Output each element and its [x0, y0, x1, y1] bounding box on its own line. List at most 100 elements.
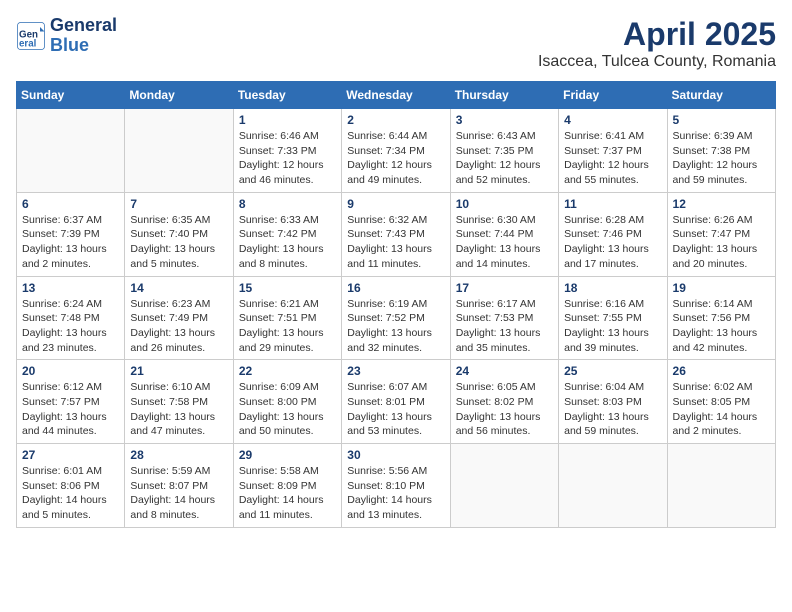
logo-line2: Blue	[50, 36, 117, 56]
calendar-cell: 6 Sunrise: 6:37 AM Sunset: 7:39 PM Daylig…	[17, 192, 125, 276]
day-number: 21	[130, 364, 227, 378]
day-number: 13	[22, 281, 119, 295]
calendar-cell: 24 Sunrise: 6:05 AM Sunset: 8:02 PM Dayli…	[450, 360, 558, 444]
day-number: 30	[347, 448, 444, 462]
day-number: 3	[456, 113, 553, 127]
day-number: 10	[456, 197, 553, 211]
day-number: 9	[347, 197, 444, 211]
day-info: Sunrise: 6:32 AM Sunset: 7:43 PM Dayligh…	[347, 213, 444, 272]
weekday-header-monday: Monday	[125, 82, 233, 109]
logo-icon: Gen eral	[16, 21, 46, 51]
day-info: Sunrise: 6:39 AM Sunset: 7:38 PM Dayligh…	[673, 129, 770, 188]
calendar-cell: 19 Sunrise: 6:14 AM Sunset: 7:56 PM Dayli…	[667, 276, 775, 360]
weekday-header-sunday: Sunday	[17, 82, 125, 109]
weekday-header-thursday: Thursday	[450, 82, 558, 109]
calendar-cell: 18 Sunrise: 6:16 AM Sunset: 7:55 PM Dayli…	[559, 276, 667, 360]
calendar-cell: 26 Sunrise: 6:02 AM Sunset: 8:05 PM Dayli…	[667, 360, 775, 444]
calendar-cell: 5 Sunrise: 6:39 AM Sunset: 7:38 PM Daylig…	[667, 109, 775, 193]
day-info: Sunrise: 6:17 AM Sunset: 7:53 PM Dayligh…	[456, 297, 553, 356]
calendar-cell: 22Sunrise: 6:09 AM Sunset: 8:00 PM Dayli…	[233, 360, 341, 444]
calendar-cell	[17, 109, 125, 193]
calendar-cell: 13 Sunrise: 6:24 AM Sunset: 7:48 PM Dayli…	[17, 276, 125, 360]
calendar-cell: 14Sunrise: 6:23 AM Sunset: 7:49 PM Dayli…	[125, 276, 233, 360]
day-info: Sunrise: 6:14 AM Sunset: 7:56 PM Dayligh…	[673, 297, 770, 356]
day-info: Sunrise: 6:26 AM Sunset: 7:47 PM Dayligh…	[673, 213, 770, 272]
day-number: 29	[239, 448, 336, 462]
calendar-cell: 4Sunrise: 6:41 AM Sunset: 7:37 PM Daylig…	[559, 109, 667, 193]
calendar-cell: 30 Sunrise: 5:56 AM Sunset: 8:10 PM Dayli…	[342, 444, 450, 528]
day-number: 25	[564, 364, 661, 378]
title-block: April 2025 Isaccea, Tulcea County, Roman…	[538, 16, 776, 71]
day-number: 26	[673, 364, 770, 378]
calendar-cell: 16Sunrise: 6:19 AM Sunset: 7:52 PM Dayli…	[342, 276, 450, 360]
calendar-cell: 28 Sunrise: 5:59 AM Sunset: 8:07 PM Dayli…	[125, 444, 233, 528]
day-number: 7	[130, 197, 227, 211]
day-number: 19	[673, 281, 770, 295]
calendar-cell: 29Sunrise: 5:58 AM Sunset: 8:09 PM Dayli…	[233, 444, 341, 528]
day-number: 6	[22, 197, 119, 211]
day-info: Sunrise: 6:07 AM Sunset: 8:01 PM Dayligh…	[347, 380, 444, 439]
day-info: Sunrise: 6:21 AM Sunset: 7:51 PM Dayligh…	[239, 297, 336, 356]
day-info: Sunrise: 6:01 AM Sunset: 8:06 PM Dayligh…	[22, 464, 119, 523]
calendar-cell: 17 Sunrise: 6:17 AM Sunset: 7:53 PM Dayli…	[450, 276, 558, 360]
day-info: Sunrise: 6:24 AM Sunset: 7:48 PM Dayligh…	[22, 297, 119, 356]
day-info: Sunrise: 6:44 AM Sunset: 7:34 PM Dayligh…	[347, 129, 444, 188]
calendar-cell: 10Sunrise: 6:30 AM Sunset: 7:44 PM Dayli…	[450, 192, 558, 276]
day-info: Sunrise: 6:02 AM Sunset: 8:05 PM Dayligh…	[673, 380, 770, 439]
calendar-cell	[125, 109, 233, 193]
day-number: 1	[239, 113, 336, 127]
logo-text: General Blue	[50, 16, 117, 56]
weekday-header-saturday: Saturday	[667, 82, 775, 109]
day-info: Sunrise: 6:04 AM Sunset: 8:03 PM Dayligh…	[564, 380, 661, 439]
day-info: Sunrise: 6:05 AM Sunset: 8:02 PM Dayligh…	[456, 380, 553, 439]
day-number: 8	[239, 197, 336, 211]
day-info: Sunrise: 5:59 AM Sunset: 8:07 PM Dayligh…	[130, 464, 227, 523]
weekday-header-tuesday: Tuesday	[233, 82, 341, 109]
logo-line1: General	[50, 16, 117, 36]
day-info: Sunrise: 6:37 AM Sunset: 7:39 PM Dayligh…	[22, 213, 119, 272]
calendar-cell: 23 Sunrise: 6:07 AM Sunset: 8:01 PM Dayli…	[342, 360, 450, 444]
weekday-header-row: SundayMondayTuesdayWednesdayThursdayFrid…	[17, 82, 776, 109]
day-info: Sunrise: 5:56 AM Sunset: 8:10 PM Dayligh…	[347, 464, 444, 523]
day-number: 12	[673, 197, 770, 211]
calendar-cell	[667, 444, 775, 528]
day-number: 22	[239, 364, 336, 378]
day-number: 2	[347, 113, 444, 127]
calendar-cell: 27 Sunrise: 6:01 AM Sunset: 8:06 PM Dayli…	[17, 444, 125, 528]
page-title: April 2025	[538, 16, 776, 53]
calendar-week-2: 6 Sunrise: 6:37 AM Sunset: 7:39 PM Daylig…	[17, 192, 776, 276]
calendar-cell: 2 Sunrise: 6:44 AM Sunset: 7:34 PM Daylig…	[342, 109, 450, 193]
day-info: Sunrise: 6:12 AM Sunset: 7:57 PM Dayligh…	[22, 380, 119, 439]
day-number: 27	[22, 448, 119, 462]
day-info: Sunrise: 6:10 AM Sunset: 7:58 PM Dayligh…	[130, 380, 227, 439]
calendar-week-4: 20Sunrise: 6:12 AM Sunset: 7:57 PM Dayli…	[17, 360, 776, 444]
calendar-cell: 9 Sunrise: 6:32 AM Sunset: 7:43 PM Daylig…	[342, 192, 450, 276]
day-number: 28	[130, 448, 227, 462]
calendar-cell: 11Sunrise: 6:28 AM Sunset: 7:46 PM Dayli…	[559, 192, 667, 276]
calendar-cell: 1 Sunrise: 6:46 AM Sunset: 7:33 PM Daylig…	[233, 109, 341, 193]
calendar-cell	[559, 444, 667, 528]
day-number: 23	[347, 364, 444, 378]
weekday-header-friday: Friday	[559, 82, 667, 109]
day-info: Sunrise: 6:16 AM Sunset: 7:55 PM Dayligh…	[564, 297, 661, 356]
page-subtitle: Isaccea, Tulcea County, Romania	[538, 53, 776, 71]
day-info: Sunrise: 6:33 AM Sunset: 7:42 PM Dayligh…	[239, 213, 336, 272]
calendar-table: SundayMondayTuesdayWednesdayThursdayFrid…	[16, 81, 776, 528]
day-info: Sunrise: 6:41 AM Sunset: 7:37 PM Dayligh…	[564, 129, 661, 188]
calendar-cell: 7 Sunrise: 6:35 AM Sunset: 7:40 PM Daylig…	[125, 192, 233, 276]
calendar-cell: 21 Sunrise: 6:10 AM Sunset: 7:58 PM Dayli…	[125, 360, 233, 444]
calendar-week-5: 27 Sunrise: 6:01 AM Sunset: 8:06 PM Dayli…	[17, 444, 776, 528]
day-number: 18	[564, 281, 661, 295]
page-header: Gen eral General Blue April 2025 Isaccea…	[16, 16, 776, 71]
calendar-cell	[450, 444, 558, 528]
day-number: 24	[456, 364, 553, 378]
calendar-cell: 12 Sunrise: 6:26 AM Sunset: 7:47 PM Dayli…	[667, 192, 775, 276]
day-info: Sunrise: 6:46 AM Sunset: 7:33 PM Dayligh…	[239, 129, 336, 188]
day-info: Sunrise: 6:23 AM Sunset: 7:49 PM Dayligh…	[130, 297, 227, 356]
calendar-week-1: 1 Sunrise: 6:46 AM Sunset: 7:33 PM Daylig…	[17, 109, 776, 193]
day-info: Sunrise: 6:35 AM Sunset: 7:40 PM Dayligh…	[130, 213, 227, 272]
calendar-cell: 25 Sunrise: 6:04 AM Sunset: 8:03 PM Dayli…	[559, 360, 667, 444]
day-number: 17	[456, 281, 553, 295]
day-number: 5	[673, 113, 770, 127]
logo: Gen eral General Blue	[16, 16, 117, 56]
